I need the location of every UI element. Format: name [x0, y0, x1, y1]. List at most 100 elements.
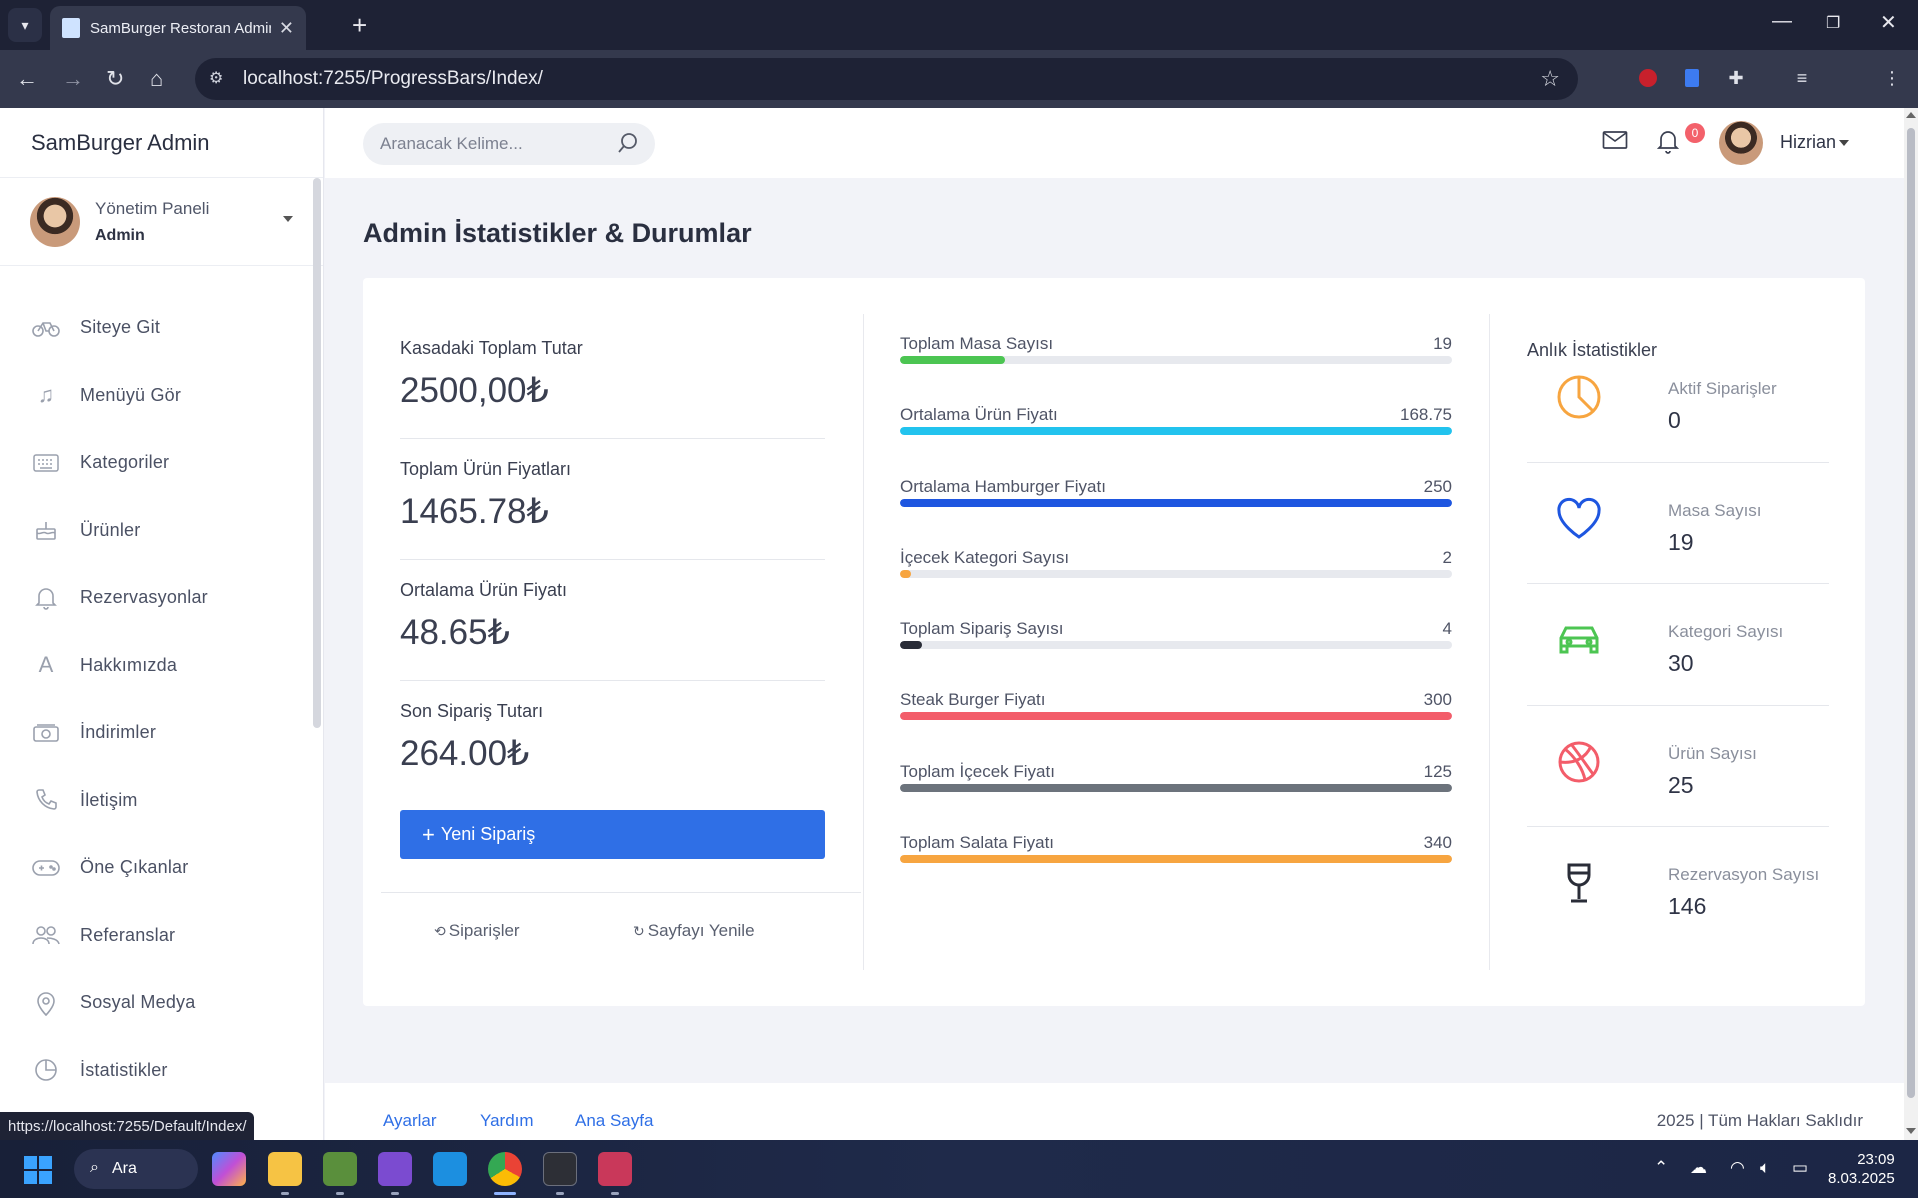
address-bar[interactable]: ⚙ localhost:7255/ProgressBars/Index/ ☆ — [195, 58, 1578, 100]
copilot-icon[interactable] — [212, 1152, 246, 1186]
sidebar-item-one-cikanlar[interactable]: Öne Çıkanlar — [0, 834, 323, 902]
reload-icon[interactable]: ↻ — [106, 64, 124, 94]
sidebar-item-rezervasyonlar[interactable]: Rezervasyonlar — [0, 564, 323, 632]
sidebar-item-kategoriler[interactable]: Kategoriler — [0, 429, 323, 497]
chrome-icon[interactable] — [488, 1152, 522, 1186]
file-explorer-icon[interactable] — [268, 1152, 302, 1186]
tab-close-icon[interactable]: ✕ — [279, 18, 294, 39]
progress-fill — [900, 569, 912, 578]
wine-glass-icon — [1555, 859, 1603, 907]
snipping-tool-icon[interactable] — [598, 1152, 632, 1186]
docs-extension-icon[interactable] — [1678, 64, 1706, 92]
sidebar-scrollbar[interactable] — [313, 178, 321, 728]
cloud-icon[interactable]: ☁ — [1690, 1158, 1707, 1178]
adblock-extension-icon[interactable] — [1634, 64, 1662, 92]
search-icon[interactable] — [617, 132, 639, 159]
brand-logo[interactable]: SamBurger Admin — [0, 108, 323, 178]
sidebar-menu: Siteye Git ♫ Menüyü Gör Kategoriler Ürün… — [0, 294, 323, 1104]
stat-label: Kategori Sayısı — [1668, 622, 1784, 641]
page-title: Admin İstatistikler & Durumlar — [363, 218, 752, 248]
progress-fill — [900, 356, 1005, 364]
progress-track — [900, 855, 1452, 864]
volume-icon[interactable]: 🔈︎ — [1760, 1158, 1770, 1178]
browser-tab-active[interactable]: SamBurger Restoran Admin Pan ✕ — [50, 6, 306, 50]
progress-label: Toplam İçecek Fiyatı — [900, 761, 1055, 781]
paint-app-icon[interactable] — [323, 1152, 357, 1186]
visual-studio-icon[interactable] — [378, 1152, 412, 1186]
scroll-down-arrow-icon[interactable] — [1906, 1128, 1916, 1134]
refresh-page-link[interactable]: ↻ Sayfayı Yenile — [633, 921, 755, 941]
sidebar-item-menuyu-gor[interactable]: ♫ Menüyü Gör — [0, 362, 323, 430]
letter-a-icon: A — [38, 652, 54, 678]
windows-start-icon[interactable] — [24, 1156, 52, 1184]
caret-down-icon[interactable] — [283, 216, 293, 222]
caret-down-icon[interactable] — [1839, 140, 1849, 146]
progress-row: Toplam İçecek Fiyatı 125 — [900, 762, 1452, 833]
search-input[interactable] — [380, 134, 610, 154]
kpi-item: Kasadaki Toplam Tutar 2500,00₺ — [400, 318, 825, 439]
browser-toolbar: ← → ↻ ⌂ ⚙ localhost:7255/ProgressBars/In… — [0, 50, 1918, 142]
system-clock[interactable]: 23:09 8.03.2025 — [1828, 1150, 1895, 1188]
sidebar-item-label: Ürünler — [80, 519, 141, 540]
kpi-label: Ortalama Ürün Fiyatı — [400, 580, 568, 600]
mail-icon[interactable] — [1602, 130, 1628, 155]
sidebar-user-profile[interactable]: Yönetim Paneli Admin — [0, 178, 323, 266]
terminal-icon[interactable] — [543, 1152, 577, 1186]
taskbar-search[interactable]: ⌕ Ara — [74, 1149, 198, 1189]
progress-label: Toplam Salata Fiyatı — [900, 833, 1055, 853]
sidebar-item-siteye-git[interactable]: Siteye Git — [0, 294, 323, 362]
bookmark-star-icon[interactable]: ☆ — [1540, 66, 1560, 92]
footer-link-help[interactable]: Yardım — [480, 1111, 534, 1131]
sidebar-item-istatistikler[interactable]: İstatistikler — [0, 1037, 323, 1105]
kpi-value: 48.65₺ — [400, 613, 510, 652]
progress-value: 340 — [1423, 833, 1452, 853]
vscode-icon[interactable] — [433, 1152, 467, 1186]
home-icon[interactable]: ⌂ — [150, 64, 163, 94]
footer-link-home[interactable]: Ana Sayfa — [575, 1111, 653, 1131]
column-divider — [1489, 314, 1490, 970]
sidebar-item-label: İstatistikler — [80, 1059, 168, 1080]
wifi-icon[interactable]: ◠ — [1730, 1158, 1745, 1178]
footer-link-settings[interactable]: Ayarlar — [383, 1111, 437, 1131]
close-window-button[interactable]: ✕ — [1880, 10, 1897, 35]
progress-value: 168.75 — [1400, 405, 1452, 425]
header-user-name[interactable]: Hizrian — [1780, 132, 1836, 153]
search-box[interactable] — [363, 123, 655, 165]
avatar[interactable] — [1719, 121, 1763, 165]
progress-fill — [900, 498, 1452, 507]
new-tab-button[interactable]: + — [352, 10, 367, 40]
sidebar-user-name: Yönetim Paneli — [95, 198, 210, 218]
media-controls-icon[interactable]: ≡ — [1788, 64, 1816, 92]
new-order-button[interactable]: + Yeni Sipariş — [400, 810, 825, 859]
kpi-item: Son Sipariş Tutarı 264.00₺ — [400, 681, 825, 802]
sidebar-item-sosyal-medya[interactable]: Sosyal Medya — [0, 969, 323, 1037]
copyright-text: 2025 | Tüm Hakları Saklıdır — [1656, 1111, 1863, 1130]
progress-value: 4 — [1442, 619, 1452, 639]
tab-search-dropdown-button[interactable]: ▾ — [8, 8, 42, 42]
bell-icon[interactable] — [1656, 128, 1680, 159]
minimize-window-button[interactable]: — — [1772, 10, 1792, 33]
sidebar-item-referanslar[interactable]: Referanslar — [0, 902, 323, 970]
pie-chart-icon — [32, 1056, 60, 1084]
sidebar-item-iletisim[interactable]: İletişim — [0, 767, 323, 835]
browser-menu-icon[interactable]: ⋮ — [1878, 64, 1906, 92]
restore-window-button[interactable]: ❐ — [1826, 13, 1840, 33]
chevron-up-icon[interactable]: ⌃ — [1654, 1158, 1668, 1178]
scroll-up-arrow-icon[interactable] — [1906, 112, 1916, 118]
sidebar-item-hakkimizda[interactable]: A Hakkımızda — [0, 632, 323, 700]
back-arrow-icon[interactable]: ← — [16, 64, 38, 94]
scrollbar-thumb[interactable] — [1907, 128, 1915, 1098]
keyboard-icon — [32, 449, 60, 477]
stat-label: Aktif Siparişler — [1668, 379, 1777, 398]
tab-favicon-icon — [62, 18, 80, 38]
extensions-puzzle-icon[interactable]: ✚ — [1722, 64, 1750, 92]
sidebar-item-urunler[interactable]: Ürünler — [0, 497, 323, 565]
forward-arrow-icon[interactable]: → — [62, 64, 84, 94]
orders-link[interactable]: ⟲ Siparişler — [434, 921, 520, 941]
heart-icon — [1555, 495, 1603, 543]
battery-icon[interactable]: ▭ — [1792, 1158, 1808, 1178]
page-scrollbar[interactable] — [1904, 108, 1918, 1140]
sidebar-item-indirimler[interactable]: İndirimler — [0, 699, 323, 767]
kpi-column: Kasadaki Toplam Tutar 2500,00₺ Toplam Ür… — [400, 318, 825, 802]
site-info-icon[interactable]: ⚙ — [209, 68, 231, 90]
